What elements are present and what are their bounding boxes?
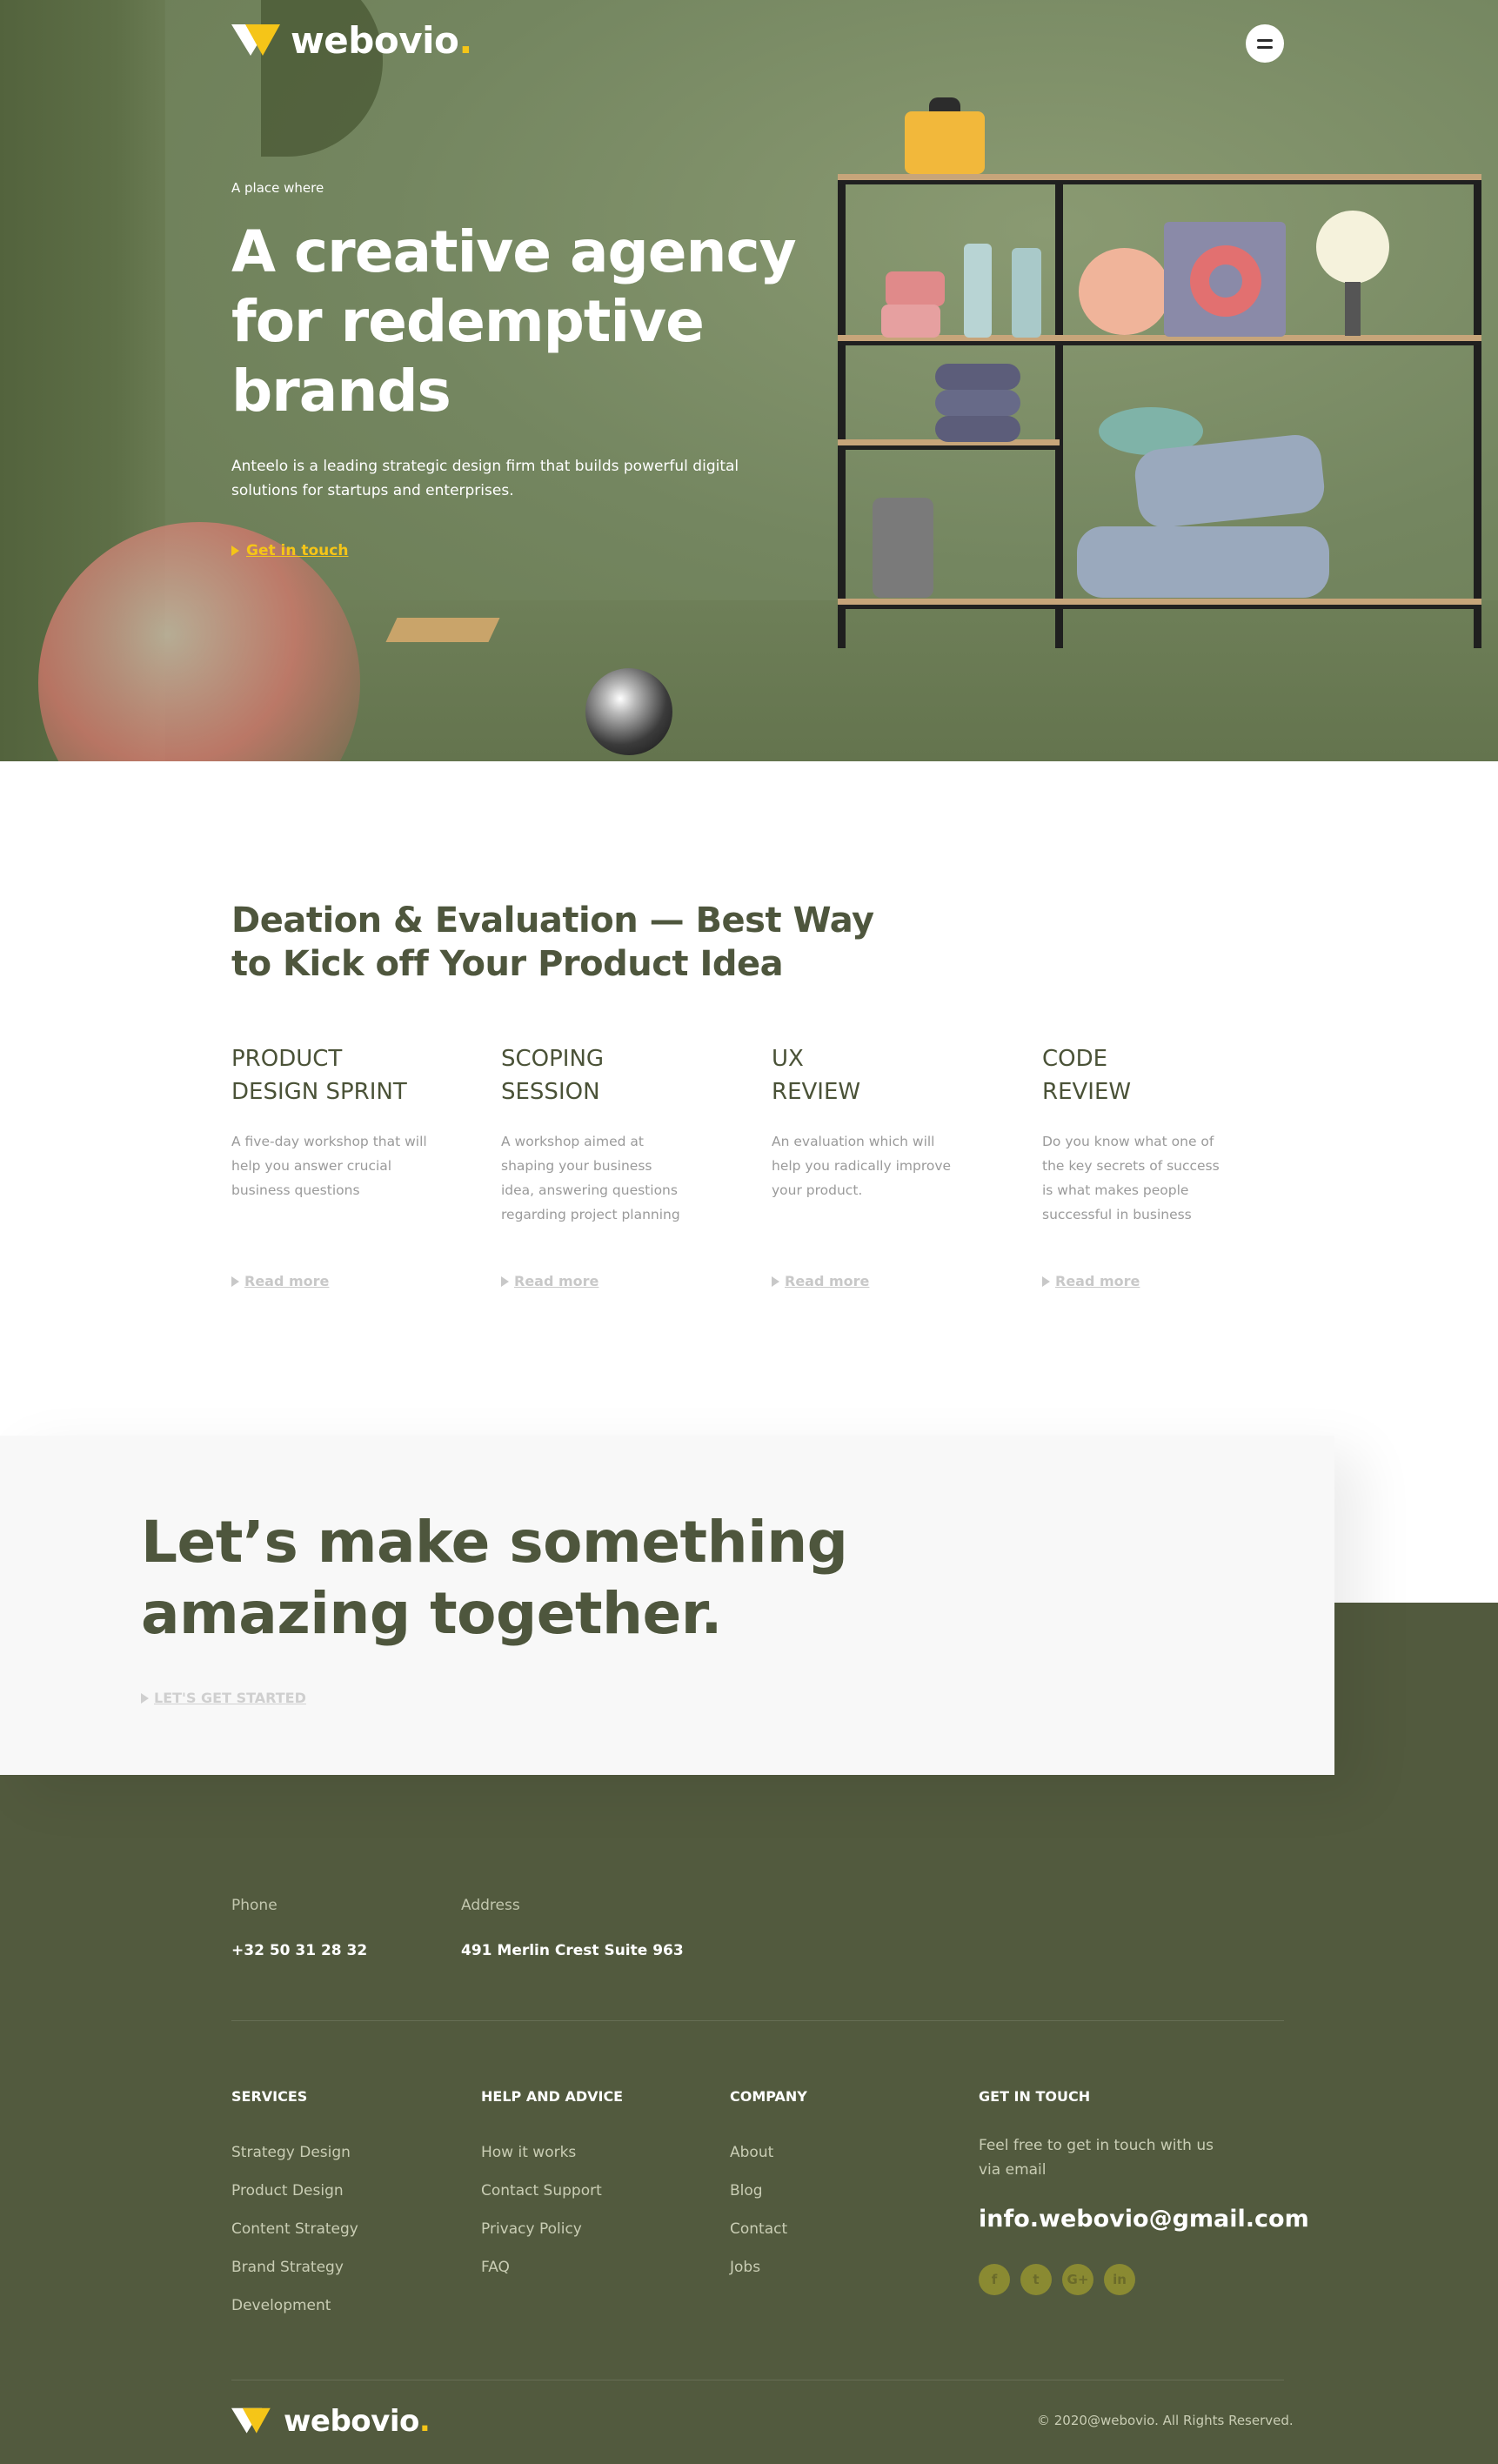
footer-link-blog[interactable]: Blog — [730, 2181, 787, 2220]
get-in-touch-title: GET IN TOUCH — [979, 2088, 1091, 2105]
card-text: An evaluation which will help you radica… — [772, 1134, 952, 1198]
footer-logo[interactable]: webovio. — [231, 2404, 431, 2439]
hero-eyebrow: A place where — [231, 180, 324, 196]
footer-link-how-it-works[interactable]: How it works — [481, 2143, 602, 2181]
company-list: About Blog Contact Jobs — [730, 2143, 787, 2296]
footer-divider — [231, 2020, 1284, 2021]
menu-button[interactable] — [1246, 24, 1284, 63]
card-text: Do you know what one of the key secrets … — [1042, 1134, 1220, 1222]
cta-section: Let’s make something amazing together. L… — [0, 1436, 1334, 1775]
play-arrow-icon — [231, 1276, 239, 1287]
get-in-touch-text: Feel free to get in touch with us via em… — [979, 2137, 1214, 2179]
service-cards: PRODUCT DESIGN SPRINT A five-day workshop… — [231, 1042, 1310, 1303]
footer-link-faq[interactable]: FAQ — [481, 2258, 602, 2296]
card-title: CODE REVIEW — [1042, 1046, 1132, 1105]
hero-title: A creative agency for redemptive brands — [231, 218, 797, 425]
facebook-icon[interactable]: f — [979, 2264, 1010, 2295]
service-card-product-design-sprint: PRODUCT DESIGN SPRINT A five-day workshop… — [231, 1042, 458, 1303]
play-arrow-icon — [141, 1692, 149, 1704]
logo-mark-icon — [231, 23, 280, 57]
phone-value: +32 50 31 28 32 — [231, 1942, 368, 1959]
address-value: 491 Merlin Crest Suite 963 — [461, 1942, 684, 1959]
service-card-ux-review: UX REVIEW An evaluation which will help y… — [772, 1042, 998, 1303]
read-more-link[interactable]: Read more — [1042, 1273, 1140, 1289]
hero-section: webovio. A place where A creative agency… — [0, 0, 1498, 761]
logo-mark-icon — [231, 2407, 271, 2434]
hero-yellow-bottle-image — [905, 111, 985, 174]
get-in-touch-link[interactable]: Get in touch — [231, 542, 348, 559]
play-arrow-icon — [501, 1276, 509, 1287]
lets-get-started-link[interactable]: LET'S GET STARTED — [141, 1690, 306, 1706]
address-label: Address — [461, 1897, 520, 1914]
features-title: Deation & Evaluation — Best Way to Kick … — [231, 901, 874, 984]
help-title: HELP AND ADVICE — [481, 2088, 624, 2105]
services-list: Strategy Design Product Design Content S… — [231, 2143, 358, 2334]
menu-icon — [1257, 38, 1273, 42]
copyright-text: © 2020@webovio. All Rights Reserved. — [1037, 2413, 1294, 2428]
read-more-link[interactable]: Read more — [501, 1273, 599, 1289]
email-link[interactable]: info.webovio@gmail.com — [979, 2206, 1309, 2233]
footer-link-development[interactable]: Development — [231, 2296, 358, 2334]
social-links: f t G+ in — [979, 2264, 1135, 2295]
hero-shelf-image — [838, 174, 1481, 648]
card-title: PRODUCT DESIGN SPRINT — [231, 1046, 407, 1105]
logo-wordmark: webovio. — [291, 19, 472, 62]
play-arrow-icon — [772, 1276, 779, 1287]
phone-label: Phone — [231, 1897, 278, 1914]
play-arrow-icon — [231, 546, 239, 556]
hero-metal-ball-image — [585, 668, 672, 755]
linkedin-icon[interactable]: in — [1104, 2264, 1135, 2295]
read-more-link[interactable]: Read more — [231, 1273, 329, 1289]
service-card-scoping-session: SCOPING SESSION A workshop aimed at shapi… — [501, 1042, 727, 1303]
help-list: How it works Contact Support Privacy Pol… — [481, 2143, 602, 2296]
footer-link-privacy-policy[interactable]: Privacy Policy — [481, 2220, 602, 2258]
card-title: SCOPING SESSION — [501, 1046, 605, 1105]
footer-link-strategy-design[interactable]: Strategy Design — [231, 2143, 358, 2181]
footer-link-product-design[interactable]: Product Design — [231, 2181, 358, 2220]
cta-title: Let’s make something amazing together. — [141, 1509, 848, 1647]
twitter-icon[interactable]: t — [1020, 2264, 1052, 2295]
hero-plank — [385, 618, 500, 642]
page: webovio. A place where A creative agency… — [0, 0, 1498, 2464]
service-card-code-review: CODE REVIEW Do you know what one of the k… — [1042, 1042, 1268, 1303]
read-more-link[interactable]: Read more — [772, 1273, 869, 1289]
card-title: UX REVIEW — [772, 1046, 861, 1105]
company-title: COMPANY — [730, 2088, 807, 2105]
play-arrow-icon — [1042, 1276, 1050, 1287]
card-text: A workshop aimed at shaping your busines… — [501, 1134, 680, 1222]
card-text: A five-day workshop that will help you a… — [231, 1134, 427, 1198]
header-logo[interactable]: webovio. — [231, 19, 472, 62]
footer-link-content-strategy[interactable]: Content Strategy — [231, 2220, 358, 2258]
logo-wordmark: webovio. — [284, 2404, 431, 2439]
google-plus-icon[interactable]: G+ — [1062, 2264, 1093, 2295]
hero-description: Anteelo is a leading strategic design fi… — [231, 458, 739, 499]
footer-link-about[interactable]: About — [730, 2143, 787, 2181]
footer-link-contact[interactable]: Contact — [730, 2220, 787, 2258]
footer-link-brand-strategy[interactable]: Brand Strategy — [231, 2258, 358, 2296]
footer-link-jobs[interactable]: Jobs — [730, 2258, 787, 2296]
services-title: SERVICES — [231, 2088, 308, 2105]
footer-link-contact-support[interactable]: Contact Support — [481, 2181, 602, 2220]
